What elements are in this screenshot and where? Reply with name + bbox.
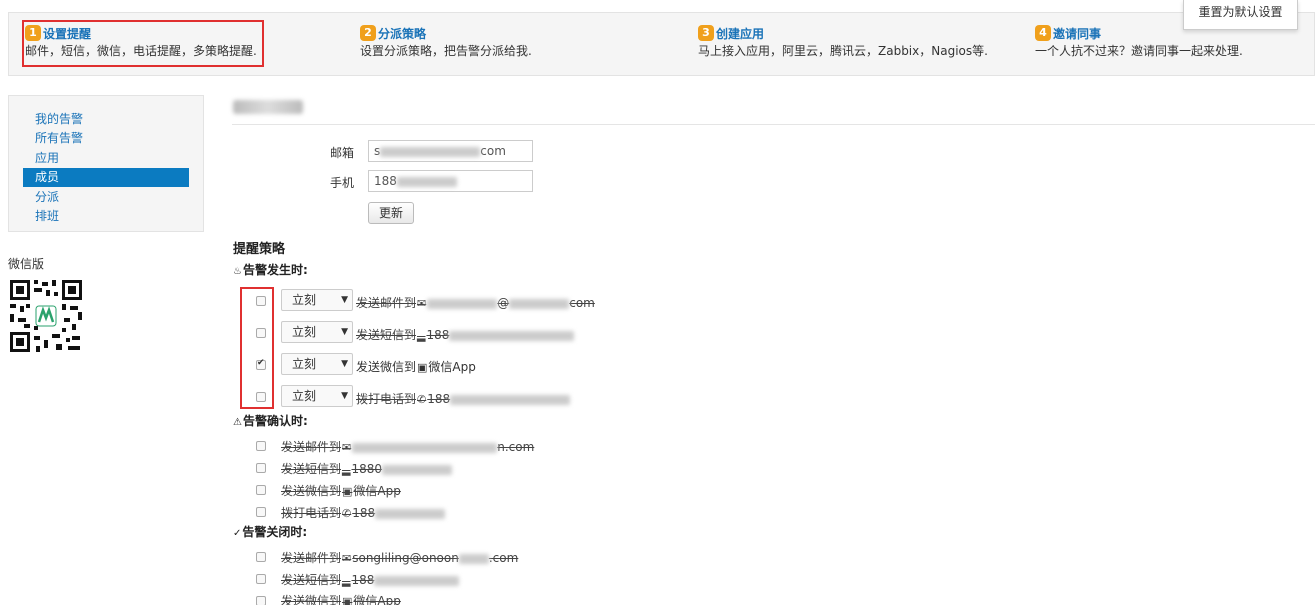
redacted-text (374, 575, 460, 586)
sidebar-item-my-alerts[interactable]: 我的告警 (23, 110, 189, 129)
phone-label: 手机 (330, 176, 355, 190)
sidebar-item-apps[interactable]: 应用 (23, 149, 189, 168)
divider (232, 124, 1315, 125)
ack-email-text: 发送邮件到✉ n.com (281, 440, 535, 454)
step-title[interactable]: 创建应用 (716, 25, 764, 42)
redacted-text (380, 146, 481, 157)
wechat-label: 微信版 (8, 257, 45, 271)
close-wechat-text: 发送微信到▣微信App (281, 592, 401, 605)
fire-icon: ♨ (233, 266, 242, 277)
wechat-icon: ▣ (342, 485, 353, 498)
trigger-sms-text: 发送短信到▂188 (356, 326, 575, 343)
envelope-icon: ✉ (342, 552, 352, 565)
step-desc: 一个人抗不过来？邀请同事一起来处理. (1035, 44, 1243, 58)
chevron-down-icon: ▼ (341, 391, 348, 401)
redacted-text (449, 330, 575, 341)
sidebar-item-schedule[interactable]: 排班 (23, 207, 189, 226)
ack-sms-text: 发送短信到▂1880 (281, 460, 453, 477)
on-trigger-label: 告警发生时: (242, 263, 308, 277)
phone-icon: ✆ (417, 393, 427, 406)
phone-prefix: 188 (374, 174, 397, 188)
redacted-text (396, 176, 457, 187)
ack-email-checkbox[interactable] (256, 441, 266, 451)
wechat-icon: ▣ (342, 595, 353, 605)
envelope-icon: ✉ (417, 297, 427, 310)
redacted-text (352, 442, 498, 453)
step-number-badge: 3 (698, 25, 714, 41)
step-3[interactable]: 3 创建应用 马上接入应用，阿里云，腾讯云，Zabbix，Nagios等. (698, 25, 988, 59)
sidebar-item-members[interactable]: 成员 (23, 168, 189, 187)
email-label: 邮箱 (330, 146, 355, 160)
highlight-box (22, 20, 264, 67)
step-desc: 马上接入应用，阿里云，腾讯云，Zabbix，Nagios等. (698, 44, 988, 58)
message-icon: ▂ (417, 329, 426, 342)
redacted-text (427, 298, 498, 309)
redacted-text (450, 394, 571, 405)
highlight-box (240, 287, 274, 409)
step-title[interactable]: 邀请同事 (1053, 25, 1101, 42)
on-close-title: ✓告警关闭时: (233, 523, 307, 540)
trigger-call-delay-select[interactable]: 立刻 ▼ (281, 385, 353, 407)
check-circle-icon: ✓ (233, 528, 242, 539)
redacted-text (458, 553, 489, 564)
message-icon: ▂ (342, 463, 351, 476)
trigger-wechat-delay-select[interactable]: 立刻 ▼ (281, 353, 353, 375)
update-button[interactable]: 更新 (368, 202, 414, 224)
sidebar-item-assign[interactable]: 分派 (23, 188, 189, 207)
ack-call-text: 拨打电话到✆188 (281, 504, 446, 521)
email-field[interactable]: s com (368, 140, 533, 162)
username-blurred (233, 100, 303, 114)
policy-title: 提醒策略 (233, 242, 286, 257)
step-title[interactable]: 分派策略 (378, 25, 426, 42)
chevron-down-icon: ▼ (341, 359, 348, 369)
trigger-call-text: 拨打电话到✆188 (356, 390, 571, 407)
trigger-sms-delay-select[interactable]: 立刻 ▼ (281, 321, 353, 343)
close-email-checkbox[interactable] (256, 552, 266, 562)
redacted-text (375, 508, 446, 519)
step-4[interactable]: 4 邀请同事 一个人抗不过来？邀请同事一起来处理. (1035, 25, 1243, 59)
step-2[interactable]: 2 分派策略 设置分派策略，把告警分派给我. (360, 25, 532, 59)
close-email-text: 发送邮件到✉songliling@onoon .com (281, 551, 519, 565)
message-icon: ▂ (342, 574, 351, 587)
redacted-text (382, 464, 453, 475)
reset-default-button[interactable]: 重置为默认设置 (1183, 0, 1298, 30)
step-desc: 设置分派策略，把告警分派给我. (360, 44, 532, 58)
ack-wechat-checkbox[interactable] (256, 485, 266, 495)
ack-call-checkbox[interactable] (256, 507, 266, 517)
step-number-badge: 2 (360, 25, 376, 41)
select-value: 立刻 (292, 357, 317, 371)
phone-field[interactable]: 188 (368, 170, 533, 192)
warning-icon: ⚠ (233, 417, 242, 428)
trigger-email-delay-select[interactable]: 立刻 ▼ (281, 289, 353, 311)
on-ack-title: ⚠告警确认时: (233, 412, 308, 429)
on-trigger-title: ♨告警发生时: (233, 261, 308, 278)
ack-sms-checkbox[interactable] (256, 463, 266, 473)
select-value: 立刻 (292, 293, 317, 307)
select-value: 立刻 (292, 389, 317, 403)
phone-icon: ✆ (342, 507, 352, 520)
redacted-text (509, 298, 570, 309)
close-sms-text: 发送短信到▂188 (281, 571, 460, 588)
step-number-badge: 4 (1035, 25, 1051, 41)
on-ack-label: 告警确认时: (242, 414, 308, 428)
qr-code-image (8, 278, 84, 354)
select-value: 立刻 (292, 325, 317, 339)
trigger-wechat-text: 发送微信到▣微信App (356, 360, 476, 374)
sidebar-item-all-alerts[interactable]: 所有告警 (23, 129, 189, 148)
close-wechat-checkbox[interactable] (256, 596, 266, 605)
envelope-icon: ✉ (342, 441, 352, 454)
trigger-email-text: 发送邮件到✉ @ com (356, 296, 595, 310)
chevron-down-icon: ▼ (341, 295, 348, 305)
on-close-label: 告警关闭时: (242, 525, 308, 539)
email-suffix: com (480, 144, 506, 158)
chevron-down-icon: ▼ (341, 327, 348, 337)
ack-wechat-text: 发送微信到▣微信App (281, 484, 401, 498)
sidebar: 我的告警 所有告警 应用 成员 分派 排班 (8, 95, 204, 232)
close-sms-checkbox[interactable] (256, 574, 266, 584)
wechat-icon: ▣ (417, 361, 428, 374)
